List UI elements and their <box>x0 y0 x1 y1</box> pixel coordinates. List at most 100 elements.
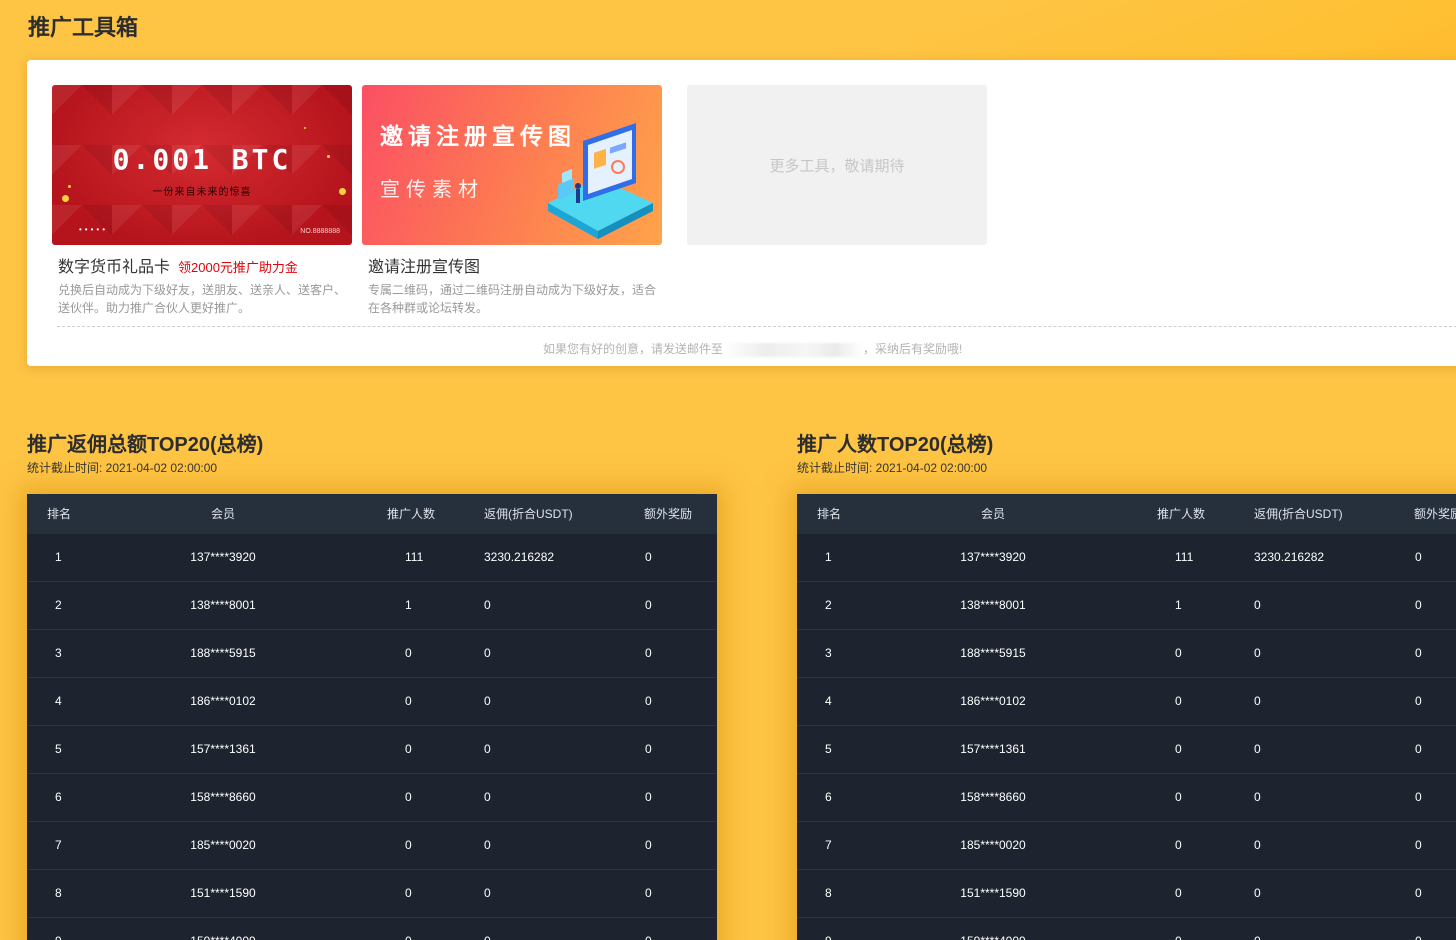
cell-value: 186****0102 <box>190 694 256 708</box>
table-row: 1 137****3920 111 3230.216282 0 <box>27 534 717 582</box>
cell-extra-reward: 0 <box>1415 678 1422 725</box>
btc-serial-number: NO.8888888 <box>300 228 340 235</box>
cell-value: 157****1361 <box>190 742 256 756</box>
cell-value: 8 <box>55 886 62 900</box>
cell-extra-reward: 0 <box>645 774 652 821</box>
isometric-screen-icon <box>548 123 653 239</box>
cell-rebate-usdt: 0 <box>484 870 491 917</box>
cell-rebate-usdt: 0 <box>1254 630 1261 677</box>
rebate-board-stat-time: 统计截止时间: 2021-04-02 02:00:00 <box>27 461 218 475</box>
cell-value: 0 <box>1254 934 1261 940</box>
rebate-board-title: 推广返佣总额TOP20(总榜) <box>27 434 264 456</box>
cell-value: 0 <box>645 790 652 804</box>
cell-value: 0 <box>645 550 652 564</box>
table-row: 3 188****5915 0 0 0 <box>797 630 1456 678</box>
cell-referral-count: 0 <box>405 774 412 821</box>
cell-rebate-usdt: 3230.216282 <box>1254 534 1324 581</box>
page: 推广工具箱 0.001 BTC 一份来自未来的惊喜 ••••• NO.88888… <box>0 0 1456 940</box>
cell-extra-reward: 0 <box>1415 918 1422 940</box>
column-header-rebate-usdt: 返佣(折合USDT) <box>484 494 573 534</box>
cell-referral-count: 1 <box>1175 582 1182 629</box>
cell-value: 0 <box>484 838 491 852</box>
email-address-blurred <box>723 342 864 357</box>
column-header-rank: 排名 <box>817 494 841 534</box>
table-row: 8 151****1590 0 0 0 <box>797 870 1456 918</box>
referral-board-stat-time: 统计截止时间: 2021-04-02 02:00:00 <box>797 461 988 475</box>
table-row: 9 159****4009 0 0 0 <box>797 918 1456 940</box>
cell-value: 138****8001 <box>960 598 1026 612</box>
gift-card-banner[interactable]: 0.001 BTC 一份来自未来的惊喜 ••••• NO.8888888 <box>52 85 352 245</box>
cell-value: 185****0020 <box>190 838 256 852</box>
column-header-rebate-usdt: 返佣(折合USDT) <box>1254 494 1343 534</box>
cell-rank: 7 <box>55 822 62 869</box>
footer-suffix: ，采纳后有奖励哦! <box>863 342 963 356</box>
cell-rank: 5 <box>825 726 832 773</box>
cell-value: 0 <box>1175 646 1182 660</box>
cell-extra-reward: 0 <box>1415 822 1422 869</box>
cell-rank: 2 <box>825 582 832 629</box>
cell-extra-reward: 0 <box>645 678 652 725</box>
table-row: 9 159****4009 0 0 0 <box>27 918 717 940</box>
table-row: 6 158****8660 0 0 0 <box>797 774 1456 822</box>
cell-value: 0 <box>1415 694 1422 708</box>
cell-rebate-usdt: 0 <box>484 774 491 821</box>
cell-referral-count: 0 <box>1175 918 1182 940</box>
column-header-referral-count: 推广人数 <box>1157 494 1205 534</box>
cell-value: 0 <box>1415 886 1422 900</box>
cell-extra-reward: 0 <box>1415 630 1422 677</box>
table-row: 8 151****1590 0 0 0 <box>27 870 717 918</box>
cell-rank: 3 <box>55 630 62 677</box>
tool-card-gift-card[interactable]: 0.001 BTC 一份来自未来的惊喜 ••••• NO.8888888 数字货… <box>52 85 352 317</box>
cell-value: 5 <box>55 742 62 756</box>
column-header-label: 返佣(折合USDT) <box>1254 507 1343 521</box>
cell-referral-count: 0 <box>405 870 412 917</box>
cell-extra-reward: 0 <box>1415 870 1422 917</box>
gift-card-badge[interactable]: 领2000元推广助力金 <box>178 260 298 275</box>
tool-card-coming-soon: 更多工具，敬请期待 <box>687 85 987 245</box>
cell-extra-reward: 0 <box>645 534 652 581</box>
cell-value: 7 <box>825 838 832 852</box>
cell-rebate-usdt: 0 <box>1254 870 1261 917</box>
cell-value: 0 <box>645 934 652 940</box>
referral-leaderboard: 排名会员推广人数返佣(折合USDT)额外奖励1137****3920111323… <box>797 494 1456 940</box>
cell-value: 9 <box>55 934 62 940</box>
toolbox-panel: 0.001 BTC 一份来自未来的惊喜 ••••• NO.8888888 数字货… <box>27 60 1456 366</box>
cell-value: 4 <box>825 694 832 708</box>
cell-value: 0 <box>405 646 412 660</box>
cell-value: 188****5915 <box>190 646 256 660</box>
cell-value: 1 <box>1175 598 1182 612</box>
cell-value: 159****4009 <box>960 918 1025 940</box>
cell-rebate-usdt: 0 <box>484 630 491 677</box>
column-header-label: 会员 <box>210 507 236 521</box>
cell-referral-count: 0 <box>405 678 412 725</box>
column-header-extra-reward: 额外奖励 <box>644 494 692 534</box>
decor-dot <box>304 127 306 129</box>
btc-amount: 0.001 BTC <box>112 143 292 176</box>
cell-value: 0 <box>1175 790 1182 804</box>
cell-value: 158****8660 <box>190 790 256 804</box>
cell-value: 0 <box>645 838 652 852</box>
cell-value: 0 <box>484 598 491 612</box>
cell-rebate-usdt: 0 <box>484 678 491 725</box>
invite-poster-title[interactable]: 邀请注册宣传图 <box>362 253 662 277</box>
cell-extra-reward: 0 <box>645 582 652 629</box>
invite-poster-banner[interactable]: 邀请注册宣传图 宣传素材 <box>362 85 662 245</box>
gift-card-title[interactable]: 数字货币礼品卡 领2000元推广助力金 <box>52 253 352 277</box>
column-header-referral-count: 推广人数 <box>387 494 435 534</box>
cell-value: 0 <box>1254 646 1261 660</box>
tool-card-invite-poster[interactable]: 邀请注册宣传图 宣传素材 邀请注册宣传图 专属二维码，通过二维码注册自动成为下级… <box>362 85 662 317</box>
cell-rank: 5 <box>55 726 62 773</box>
table-header: 排名 会员 推广人数 返佣(折合USDT) 额外奖励 <box>27 494 717 534</box>
cell-rebate-usdt: 0 <box>1254 822 1261 869</box>
cell-referral-count: 0 <box>1175 870 1182 917</box>
cell-rebate-usdt: 0 <box>1254 678 1261 725</box>
cell-rebate-usdt: 0 <box>1254 726 1261 773</box>
cell-value: 0 <box>1415 934 1422 940</box>
column-header-label: 排名 <box>47 507 72 521</box>
cell-value: 137****3920 <box>190 550 256 564</box>
cell-value: 0 <box>1254 886 1261 900</box>
cell-rebate-usdt: 3230.216282 <box>484 534 554 581</box>
cell-rank: 7 <box>825 822 832 869</box>
cell-value: 0 <box>405 838 412 852</box>
cell-value: 0 <box>1254 838 1261 852</box>
